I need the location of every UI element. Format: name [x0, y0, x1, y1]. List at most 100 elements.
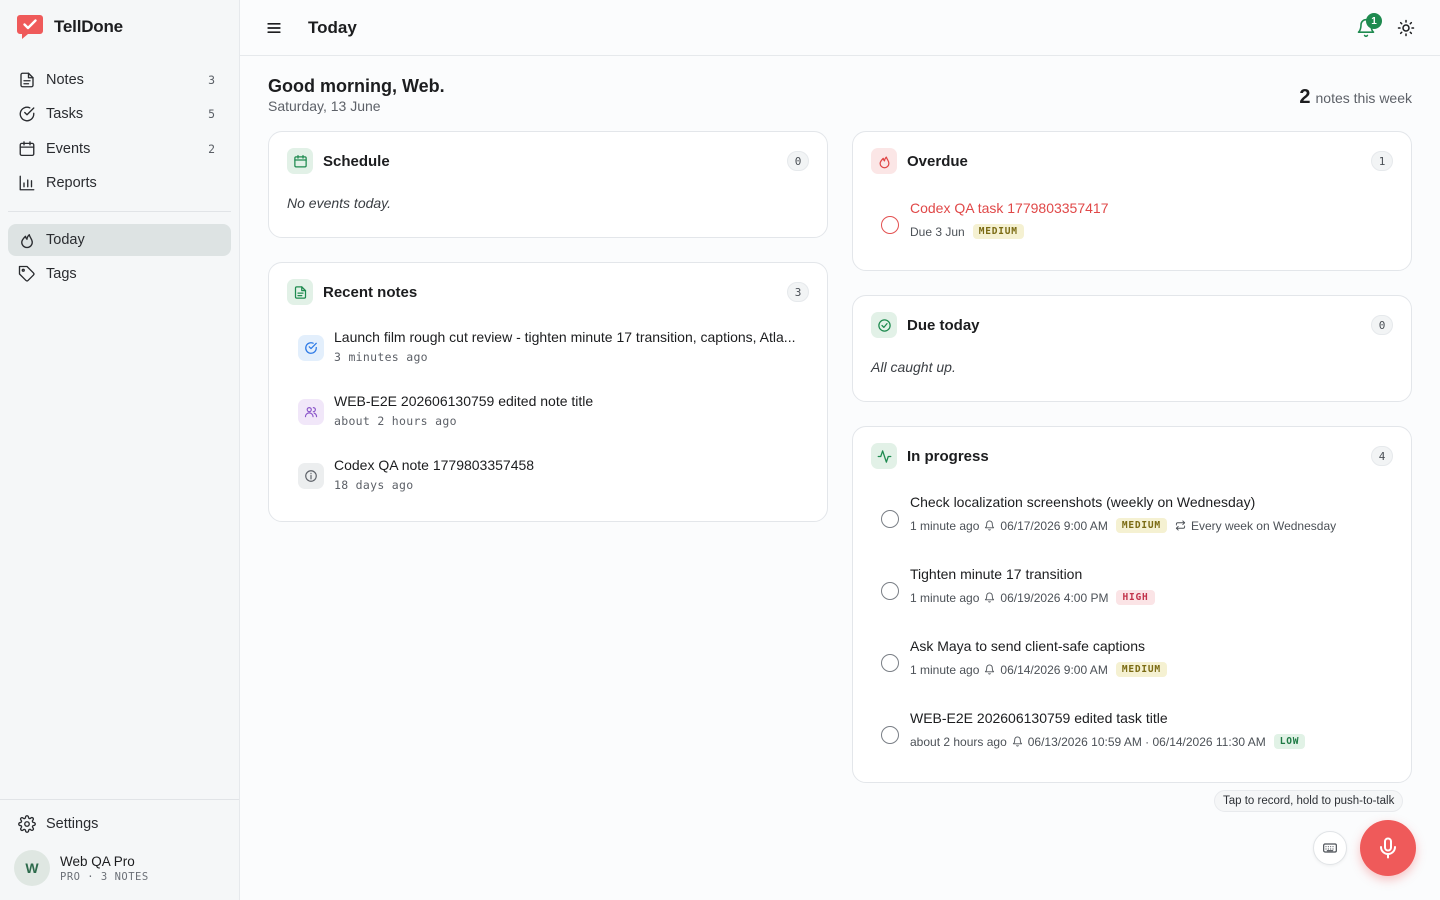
task-complete-checkbox[interactable] — [881, 510, 899, 528]
card-title: Overdue — [907, 152, 968, 170]
card-header: Overdue 1 — [871, 148, 1393, 174]
menu-icon[interactable] — [264, 18, 284, 38]
note-title: WEB-E2E 202606130759 edited note title — [334, 393, 594, 409]
task-complete-checkbox[interactable] — [881, 582, 899, 600]
nav-divider — [8, 211, 231, 212]
note-time: about 2 hours ago — [334, 414, 457, 428]
sidebar-item-count: 2 — [208, 141, 215, 156]
sidebar-footer-divider — [0, 799, 239, 800]
card-count: 0 — [1371, 315, 1393, 335]
priority-badge: HIGH — [1116, 590, 1155, 605]
weekly-notes-count: 2 — [1299, 86, 1311, 108]
task-updated: about 2 hours ago — [910, 734, 1007, 749]
notification-badge: 1 — [1366, 13, 1382, 29]
settings-section: Settings — [8, 808, 231, 842]
task-complete-checkbox[interactable] — [881, 654, 899, 672]
task-complete-checkbox[interactable] — [881, 216, 899, 234]
priority-badge: MEDIUM — [1115, 518, 1167, 533]
task-row[interactable]: Codex QA task 1779803357417 Due 3 Jun ME… — [881, 200, 1391, 248]
overdue-card: Overdue 1 Codex QA task 1779803357417 Du… — [852, 131, 1412, 271]
user-plan: PRO · 3 NOTES — [60, 870, 149, 883]
task-meta: 1 minute ago 06/14/2026 9:00 AM MEDIUM — [910, 662, 1170, 677]
task-row[interactable]: WEB-E2E 202606130759 edited task title a… — [881, 710, 1391, 758]
reminder-bell-icon — [985, 592, 995, 603]
primary-nav: Notes 3 Tasks 5 Events 2 Reports — [8, 64, 231, 202]
sidebar-item-events[interactable]: Events 2 — [8, 133, 231, 165]
sidebar-item-label: Events — [46, 140, 91, 157]
bar-chart-icon — [19, 175, 35, 191]
task-row[interactable]: Check localization screenshots (weekly o… — [881, 494, 1391, 542]
card-count: 4 — [1371, 446, 1393, 466]
app-name: TellDone — [54, 17, 123, 36]
task-title[interactable]: Codex QA task 1779803357417 — [910, 200, 1109, 216]
schedule-icon-wrap — [287, 148, 313, 174]
schedule-card: Schedule 0 No events today. — [268, 131, 828, 238]
task-title[interactable]: Check localization screenshots (weekly o… — [910, 494, 1255, 510]
recent-notes-card: Recent notes 3 Launch film rough cut rev… — [268, 262, 828, 522]
tag-icon — [18, 266, 35, 282]
overdue-icon-wrap — [871, 148, 897, 174]
note-time: 3 minutes ago — [334, 350, 428, 364]
sidebar-item-notes[interactable]: Notes 3 — [8, 64, 231, 96]
note-time: 18 days ago — [334, 478, 414, 492]
sidebar-item-settings[interactable]: Settings — [8, 808, 231, 840]
task-reminder: 06/19/2026 4:00 PM — [1000, 590, 1109, 605]
sidebar-item-today[interactable]: Today — [8, 224, 231, 256]
flame-icon — [21, 234, 33, 249]
card-title: Schedule — [323, 152, 390, 170]
card-header: Schedule 0 — [287, 148, 809, 174]
sidebar-item-label: Settings — [46, 816, 99, 832]
task-meta: about 2 hours ago 06/13/2026 10:59 AM · … — [910, 734, 1308, 749]
theme-toggle-sun-icon[interactable] — [1397, 19, 1415, 37]
note-type-icon-wrap — [298, 399, 324, 425]
list-item[interactable]: Codex QA note 1779803357458 18 days ago — [298, 455, 797, 499]
task-meta: Due 3 Jun MEDIUM — [910, 224, 1027, 239]
priority-badge: MEDIUM — [1115, 662, 1167, 677]
task-row[interactable]: Tighten minute 17 transition 1 minute ag… — [881, 566, 1391, 614]
notes-icon — [294, 285, 306, 299]
task-title[interactable]: Tighten minute 17 transition — [910, 566, 1082, 582]
list-item[interactable]: Launch film rough cut review - tighten m… — [298, 327, 797, 371]
task-row[interactable]: Ask Maya to send client-safe captions 1 … — [881, 638, 1391, 686]
user-profile[interactable]: W Web QA Pro PRO · 3 NOTES — [14, 850, 149, 886]
card-count: 1 — [1371, 151, 1393, 171]
card-header: Recent notes 3 — [287, 279, 809, 305]
sidebar-item-tasks[interactable]: Tasks 5 — [8, 98, 231, 130]
note-type-icon-wrap — [298, 463, 324, 489]
greeting-date: Saturday, 13 June — [268, 98, 381, 114]
list-item[interactable]: WEB-E2E 202606130759 edited note title a… — [298, 391, 797, 435]
sidebar-item-label: Notes — [46, 72, 84, 88]
task-complete-checkbox[interactable] — [881, 726, 899, 744]
sidebar-item-reports[interactable]: Reports — [8, 167, 231, 199]
record-voice-button[interactable] — [1360, 820, 1416, 876]
task-title[interactable]: WEB-E2E 202606130759 edited task title — [910, 710, 1168, 726]
reminder-bell-icon — [985, 520, 995, 531]
repeat-icon — [1175, 520, 1186, 531]
reminder-bell-icon — [1012, 736, 1022, 747]
sidebar-item-tags[interactable]: Tags — [8, 258, 231, 290]
tasks-icon — [19, 107, 35, 122]
people-icon — [304, 407, 318, 418]
sidebar-item-label: Reports — [46, 175, 97, 192]
greeting-title: Good morning, Web. — [268, 76, 445, 96]
task-meta: 1 minute ago 06/17/2026 9:00 AM MEDIUM E… — [910, 518, 1336, 533]
note-title: Codex QA note 1779803357458 — [334, 457, 535, 473]
card-header: In progress 4 — [871, 443, 1393, 469]
flame-icon — [879, 156, 889, 168]
check-circle-icon — [877, 318, 891, 332]
note-title: Launch film rough cut review - tighten m… — [334, 329, 796, 345]
weekly-notes-label: notes this week — [1315, 90, 1413, 106]
due-today-card: Due today 0 All caught up. — [852, 295, 1412, 402]
avatar: W — [14, 850, 50, 886]
telldone-logo-icon — [17, 15, 43, 39]
task-title[interactable]: Ask Maya to send client-safe captions — [910, 638, 1145, 654]
in-progress-card: In progress 4 Check localization screens… — [852, 426, 1412, 783]
task-updated: 1 minute ago — [910, 662, 980, 677]
card-title: Due today — [907, 316, 980, 334]
reminder-bell-icon — [985, 664, 995, 675]
empty-state: All caught up. — [871, 359, 956, 375]
calendar-icon — [19, 140, 35, 156]
keyboard-input-button[interactable] — [1313, 831, 1347, 865]
empty-state: No events today. — [287, 195, 392, 211]
brand[interactable]: TellDone — [16, 14, 123, 40]
